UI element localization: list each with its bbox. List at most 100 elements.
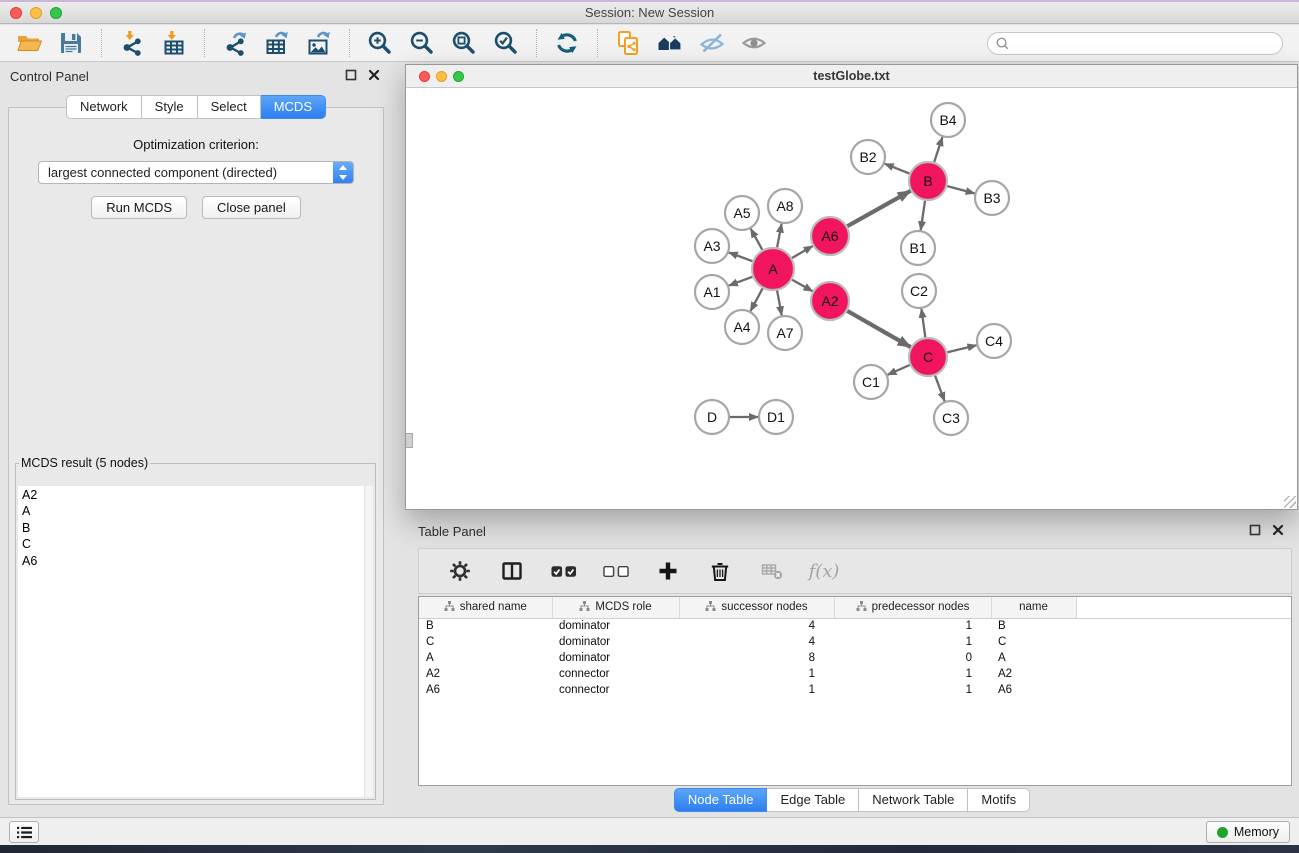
edge-C-C2[interactable]: [921, 309, 925, 337]
node-A8[interactable]: A8: [768, 189, 802, 223]
node-A1[interactable]: A1: [695, 275, 729, 309]
network-graph-canvas[interactable]: B4B2BB3A5A8A6B1A3AC2A1A2A4A7C4CC1C3DD1: [406, 88, 1297, 509]
show-eye-icon[interactable]: [738, 27, 770, 59]
table-cell[interactable]: C: [419, 634, 552, 650]
result-scrollbar[interactable]: [364, 486, 373, 797]
edge-A-A1[interactable]: [729, 277, 753, 286]
export-table-icon[interactable]: [261, 27, 293, 59]
close-table-panel-icon[interactable]: [1272, 524, 1286, 538]
edge-A6-B[interactable]: [847, 191, 910, 226]
import-table-icon[interactable]: [158, 27, 190, 59]
deselect-all-icon[interactable]: [603, 558, 629, 584]
gear-icon[interactable]: [447, 558, 473, 584]
node-B1[interactable]: B1: [901, 231, 935, 265]
edge-A2-C[interactable]: [847, 311, 910, 347]
tab-network[interactable]: Network: [66, 95, 142, 119]
mcds-result-item[interactable]: A: [22, 503, 369, 519]
table-cell[interactable]: C: [991, 634, 1076, 650]
delete-column-icon[interactable]: [707, 558, 733, 584]
mcds-result-item[interactable]: B: [22, 520, 369, 536]
table-cell[interactable]: A: [991, 650, 1076, 666]
column-header-shared-name[interactable]: shared name: [419, 597, 552, 618]
close-panel-icon[interactable]: [368, 69, 382, 83]
edge-A-A6[interactable]: [792, 246, 813, 258]
zoom-in-icon[interactable]: [364, 27, 396, 59]
edge-A-A4[interactable]: [751, 288, 763, 311]
table-cell[interactable]: A2: [991, 666, 1076, 682]
node-C1[interactable]: C1: [854, 365, 888, 399]
table-cell[interactable]: 1: [834, 634, 991, 650]
table-row[interactable]: A2connector11A2: [419, 666, 1291, 682]
open-session-icon[interactable]: [13, 27, 45, 59]
tab-node-table[interactable]: Node Table: [674, 788, 768, 812]
edge-B-B2[interactable]: [885, 164, 910, 174]
table-cell[interactable]: 1: [834, 666, 991, 682]
table-cell[interactable]: 8: [679, 650, 834, 666]
edge-A-A5[interactable]: [751, 229, 763, 250]
table-cell[interactable]: 1: [834, 682, 991, 698]
table-cell[interactable]: dominator: [552, 618, 679, 634]
node-C2[interactable]: C2: [902, 274, 936, 308]
column-header-successor-nodes[interactable]: successor nodes: [679, 597, 834, 618]
node-D1[interactable]: D1: [759, 400, 793, 434]
column-header-predecessor-nodes[interactable]: predecessor nodes: [834, 597, 991, 618]
refresh-icon[interactable]: [551, 27, 583, 59]
select-all-icon[interactable]: [551, 558, 577, 584]
tab-select[interactable]: Select: [198, 95, 261, 119]
search-input[interactable]: [987, 32, 1283, 55]
task-history-button[interactable]: [9, 821, 39, 843]
add-column-icon[interactable]: [655, 558, 681, 584]
node-A[interactable]: A: [752, 248, 794, 290]
zoom-out-icon[interactable]: [406, 27, 438, 59]
table-row[interactable]: A6connector11A6: [419, 682, 1291, 698]
table-cell[interactable]: dominator: [552, 650, 679, 666]
table-cell[interactable]: 4: [679, 634, 834, 650]
node-C4[interactable]: C4: [977, 324, 1011, 358]
mcds-result-item[interactable]: A2: [22, 487, 369, 503]
mcds-result-item[interactable]: A6: [22, 553, 369, 569]
node-C3[interactable]: C3: [934, 401, 968, 435]
zoom-fit-icon[interactable]: [448, 27, 480, 59]
import-network-icon[interactable]: [116, 27, 148, 59]
tab-motifs[interactable]: Motifs: [968, 788, 1030, 812]
split-table-icon[interactable]: [499, 558, 525, 584]
table-cell[interactable]: A6: [991, 682, 1076, 698]
memory-button[interactable]: Memory: [1206, 821, 1290, 843]
copy-network-icon[interactable]: [612, 27, 644, 59]
edge-A-A8[interactable]: [777, 224, 782, 248]
column-header-name[interactable]: name: [991, 597, 1076, 618]
table-cell[interactable]: 1: [834, 618, 991, 634]
table-cell[interactable]: dominator: [552, 634, 679, 650]
node-A2[interactable]: A2: [811, 282, 849, 320]
edge-A-A2[interactable]: [792, 280, 812, 291]
tab-network-table[interactable]: Network Table: [859, 788, 968, 812]
edge-A-A3[interactable]: [729, 252, 753, 261]
close-panel-button[interactable]: Close panel: [202, 196, 301, 219]
table-cell[interactable]: B: [991, 618, 1076, 634]
export-image-icon[interactable]: [303, 27, 335, 59]
node-A3[interactable]: A3: [695, 229, 729, 263]
table-cell[interactable]: B: [419, 618, 552, 634]
table-row[interactable]: Cdominator41C: [419, 634, 1291, 650]
table-cell[interactable]: connector: [552, 666, 679, 682]
table-cell[interactable]: 0: [834, 650, 991, 666]
tab-style[interactable]: Style: [142, 95, 198, 119]
node-C[interactable]: C: [909, 338, 947, 376]
run-mcds-button[interactable]: Run MCDS: [91, 196, 187, 219]
export-network-icon[interactable]: [219, 27, 251, 59]
save-session-icon[interactable]: [55, 27, 87, 59]
node-B[interactable]: B: [909, 162, 947, 200]
node-A7[interactable]: A7: [768, 316, 802, 350]
node-B3[interactable]: B3: [975, 181, 1009, 215]
tab-mcds[interactable]: MCDS: [261, 95, 326, 119]
houses-icon[interactable]: [654, 27, 686, 59]
hide-eye-icon[interactable]: [696, 27, 728, 59]
edge-C-C4[interactable]: [947, 345, 976, 352]
resize-grip-icon[interactable]: [1284, 496, 1296, 508]
table-cell[interactable]: A: [419, 650, 552, 666]
table-cell[interactable]: A2: [419, 666, 552, 682]
splitter-handle[interactable]: [406, 433, 413, 448]
edge-C-C1[interactable]: [888, 365, 910, 375]
node-A6[interactable]: A6: [811, 217, 849, 255]
edge-A-A7[interactable]: [777, 291, 782, 316]
